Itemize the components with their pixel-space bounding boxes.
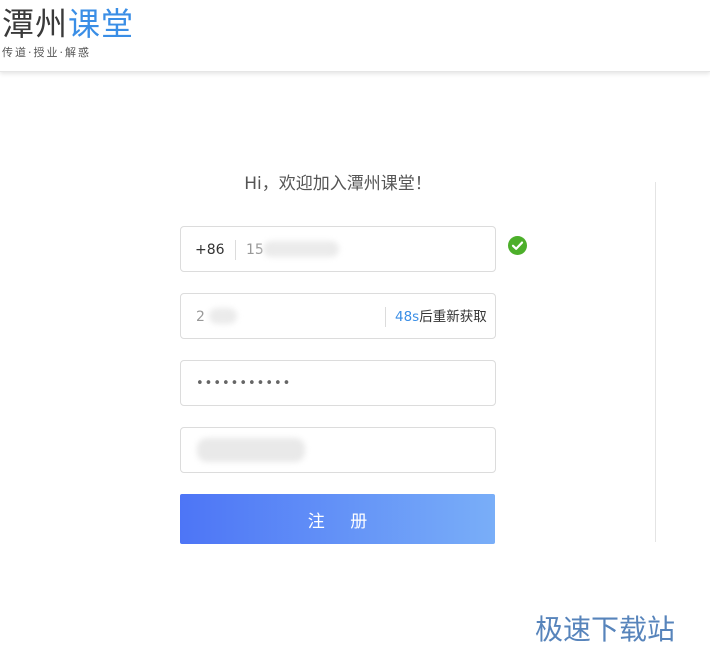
welcome-heading: Hi，欢迎加入潭州课堂！ [244, 174, 432, 194]
country-code-divider [235, 240, 236, 260]
logo-title: 潭州课堂 [2, 4, 134, 44]
verification-code-field[interactable]: 2 48s后重新获取 [180, 293, 496, 339]
password-input[interactable]: ••••••••••• [196, 374, 291, 394]
phone-field[interactable]: +86 15 [180, 226, 496, 272]
resend-divider [385, 307, 386, 327]
resend-label: 后重新获取 [419, 309, 487, 325]
verification-code-input[interactable]: 2 [196, 307, 205, 327]
resend-countdown: 48s [395, 309, 420, 325]
logo-title-part1: 潭州 [2, 5, 69, 43]
country-code[interactable]: +86 [195, 240, 225, 260]
logo-slogan: 传道·授业·解惑 [2, 46, 91, 59]
logo-title-part2: 课堂 [68, 5, 135, 43]
extra-field-redaction-mask [197, 438, 305, 462]
resend-code-button[interactable]: 48s后重新获取 [395, 307, 487, 327]
code-redaction-mask [209, 308, 237, 324]
site-header: 潭州课堂 传道·授业·解惑 [0, 0, 710, 72]
phone-input[interactable]: 15 [246, 240, 264, 260]
vertical-divider [655, 182, 656, 542]
register-button[interactable]: 注 册 [180, 494, 495, 544]
check-circle-icon [508, 236, 527, 255]
password-field[interactable]: ••••••••••• [180, 360, 496, 406]
site-logo[interactable]: 潭州课堂 传道·授业·解惑 [2, 4, 134, 60]
watermark: 极速下载站 [535, 613, 676, 646]
extra-input-field[interactable] [180, 427, 496, 473]
phone-redaction-mask [263, 241, 339, 257]
